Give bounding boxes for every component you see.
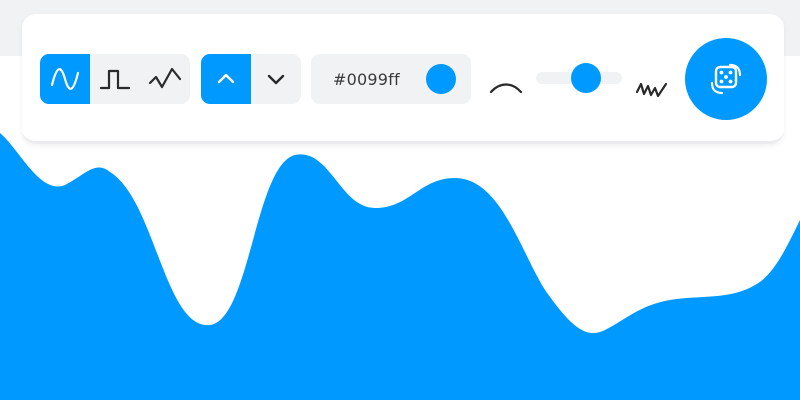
dice-icon <box>710 63 742 95</box>
color-hex-value: #0099ff <box>333 69 400 89</box>
randomize-button[interactable] <box>685 38 767 120</box>
toolbar-panel: #0099ff <box>22 14 784 144</box>
color-swatch[interactable] <box>426 64 456 94</box>
direction-down-button[interactable] <box>251 54 301 104</box>
complexity-slider-thumb[interactable] <box>570 63 601 93</box>
wave-fill <box>0 133 800 400</box>
smooth-curve-icon <box>489 83 523 94</box>
square-wave-icon <box>99 69 131 90</box>
sine-wave-icon <box>50 68 80 90</box>
direction-up-button[interactable] <box>201 54 251 104</box>
triangle-wave-button[interactable] <box>140 54 190 104</box>
direction-selector <box>201 54 301 104</box>
triangle-wave-icon <box>148 67 182 89</box>
color-input[interactable]: #0099ff <box>311 54 471 104</box>
chevron-down-icon <box>267 74 285 85</box>
noisy-wave-icon <box>635 82 668 98</box>
complexity-slider[interactable] <box>536 63 622 93</box>
chevron-up-icon <box>217 73 235 84</box>
square-wave-button[interactable] <box>90 54 140 104</box>
wave-type-selector <box>40 54 190 104</box>
sine-wave-button[interactable] <box>40 54 90 104</box>
